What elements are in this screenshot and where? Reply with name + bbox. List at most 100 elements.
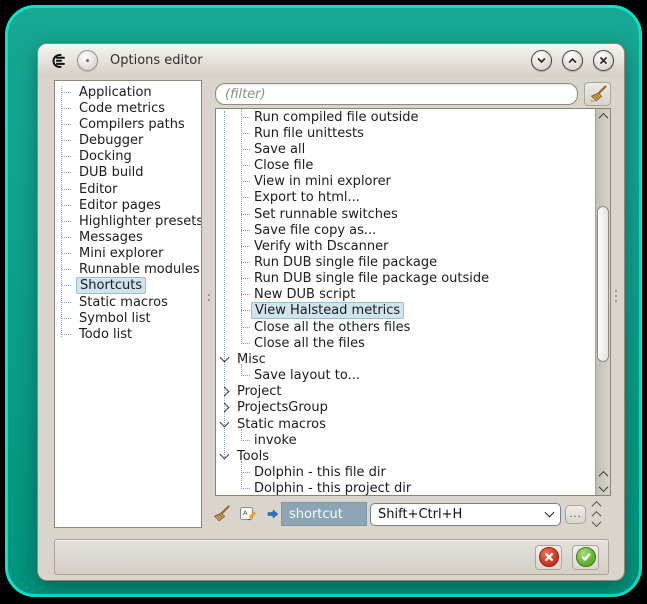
- maximize-button[interactable]: [562, 50, 583, 71]
- red-cross-circle-icon: [539, 547, 559, 567]
- shortcut-tree-item[interactable]: Close all the others files: [216, 319, 595, 335]
- shortcut-item-label: Dolphin - this project dir: [251, 481, 414, 495]
- category-item[interactable]: Symbol list: [55, 310, 201, 326]
- accept-button[interactable]: [572, 545, 599, 570]
- shortcut-tree-item[interactable]: Tools: [216, 448, 595, 464]
- scrollbar-thumb[interactable]: [597, 206, 609, 362]
- tree-branch-line: [241, 343, 250, 344]
- shortcut-tree-item[interactable]: Dolphin - this project dir: [216, 481, 595, 495]
- scroll-up-button[interactable]: [596, 109, 610, 123]
- edit-shortcut-button[interactable]: A: [239, 505, 257, 523]
- category-item[interactable]: Highlighter presets: [55, 213, 201, 229]
- shortcut-tree-item[interactable]: Run DUB single file package outside: [216, 271, 595, 287]
- shortcut-tree-item[interactable]: Project: [216, 384, 595, 400]
- shortcut-item-label: Run DUB single file package: [251, 255, 440, 270]
- dialog-button-bar: [54, 539, 609, 575]
- tree-branch-line: [62, 108, 71, 109]
- tree-branch-line: [241, 246, 250, 247]
- expander-icon[interactable]: [220, 403, 230, 413]
- category-item[interactable]: Shortcuts: [55, 278, 201, 294]
- category-item[interactable]: Application: [55, 84, 201, 100]
- tree-branch-line: [241, 278, 250, 279]
- tree-scrollbar[interactable]: [595, 109, 610, 495]
- shortcut-tree-item[interactable]: Run file unittests: [216, 125, 595, 141]
- category-label: Docking: [76, 149, 135, 164]
- window-title: Options editor: [110, 53, 522, 68]
- category-item[interactable]: Docking: [55, 149, 201, 165]
- tree-branch-line: [241, 375, 250, 376]
- cancel-button[interactable]: [535, 545, 562, 570]
- tree-branch-line: [62, 318, 71, 319]
- category-item[interactable]: Code metrics: [55, 100, 201, 116]
- more-options-button[interactable]: ...: [565, 505, 586, 524]
- category-item[interactable]: DUB build: [55, 165, 201, 181]
- shortcut-tree-item[interactable]: ProjectsGroup: [216, 400, 595, 416]
- shortcut-tree-item[interactable]: Misc: [216, 351, 595, 367]
- scrollbar-track[interactable]: [596, 123, 610, 467]
- shortcut-tree-item[interactable]: invoke: [216, 432, 595, 448]
- category-item[interactable]: Messages: [55, 229, 201, 245]
- shortcut-tree-item[interactable]: Close all the files: [216, 335, 595, 351]
- category-label: Code metrics: [76, 101, 168, 116]
- scroll-down-button[interactable]: [596, 481, 610, 495]
- shortcut-tree-item[interactable]: Save file copy as...: [216, 222, 595, 238]
- chevron-down-icon: [545, 508, 555, 518]
- category-label: Debugger: [76, 133, 146, 148]
- shortcut-tree-item[interactable]: New DUB script: [216, 287, 595, 303]
- edge-splitter-grip-icon[interactable]: [615, 290, 617, 305]
- filter-input[interactable]: [215, 83, 578, 105]
- scroll-up-icon[interactable]: [592, 501, 602, 511]
- shortcut-tree-item[interactable]: Save layout to...: [216, 368, 595, 384]
- scroll-down-icon[interactable]: [592, 517, 602, 527]
- category-item[interactable]: Runnable modules: [55, 262, 201, 278]
- expander-icon[interactable]: [220, 387, 230, 397]
- titlebar: Options editor: [38, 44, 624, 77]
- shortcut-tree-item[interactable]: Static macros: [216, 416, 595, 432]
- category-item[interactable]: Mini explorer: [55, 246, 201, 262]
- shortcut-item-label: View in mini explorer: [251, 174, 394, 189]
- category-item[interactable]: Editor pages: [55, 197, 201, 213]
- shortcut-value-combobox[interactable]: Shift+Ctrl+H: [370, 503, 561, 526]
- panel-splitter[interactable]: [204, 80, 214, 528]
- shortcut-tree-item[interactable]: Set runnable switches: [216, 206, 595, 222]
- category-label: Messages: [76, 230, 146, 245]
- shortcut-tree-item[interactable]: Verify with Dscanner: [216, 238, 595, 254]
- shortcut-tree-item[interactable]: Save all: [216, 141, 595, 157]
- tree-branch-line: [241, 472, 250, 473]
- shortcut-tree-item[interactable]: Run DUB single file package: [216, 254, 595, 270]
- category-item[interactable]: Compilers paths: [55, 116, 201, 132]
- shortcut-tree-item[interactable]: Run compiled file outside: [216, 109, 595, 125]
- shade-button[interactable]: [531, 50, 552, 71]
- expander-icon[interactable]: [220, 418, 230, 428]
- expander-icon[interactable]: [220, 353, 230, 363]
- shortcut-tree-item[interactable]: View in mini explorer: [216, 174, 595, 190]
- shortcut-tree-item[interactable]: Close file: [216, 157, 595, 173]
- category-item[interactable]: Editor: [55, 181, 201, 197]
- inspector-scrollbar[interactable]: [590, 499, 603, 529]
- shortcut-tree-item[interactable]: Dolphin - this file dir: [216, 464, 595, 480]
- options-editor-window: Options editor Ap: [38, 44, 624, 580]
- broom-icon: [211, 505, 231, 524]
- app-logo-icon: [48, 53, 68, 69]
- category-item[interactable]: Debugger: [55, 132, 201, 148]
- expander-icon[interactable]: [220, 450, 230, 460]
- tree-branch-line: [62, 334, 71, 335]
- property-name-cell[interactable]: shortcut: [281, 502, 367, 526]
- clear-filter-button[interactable]: [584, 82, 611, 106]
- scroll-up-button[interactable]: [596, 467, 610, 481]
- category-label: Highlighter presets: [76, 214, 202, 229]
- category-item[interactable]: Static macros: [55, 294, 201, 310]
- shortcut-tree-item[interactable]: Export to html...: [216, 190, 595, 206]
- window-menu-button[interactable]: [77, 50, 98, 71]
- clean-shortcut-button[interactable]: [211, 505, 231, 524]
- tree-branch-line: [62, 285, 71, 286]
- tree-branch-line: [62, 269, 71, 270]
- window-controls: [531, 50, 614, 71]
- close-button[interactable]: [593, 50, 614, 71]
- shortcut-item-label: Verify with Dscanner: [251, 239, 391, 254]
- tree-branch-line: [241, 262, 250, 263]
- shortcut-tree-item[interactable]: View Halstead metrics: [216, 303, 595, 319]
- tree-branch-line: [241, 327, 250, 328]
- category-label: Editor: [76, 182, 120, 197]
- category-item[interactable]: Todo list: [55, 326, 201, 342]
